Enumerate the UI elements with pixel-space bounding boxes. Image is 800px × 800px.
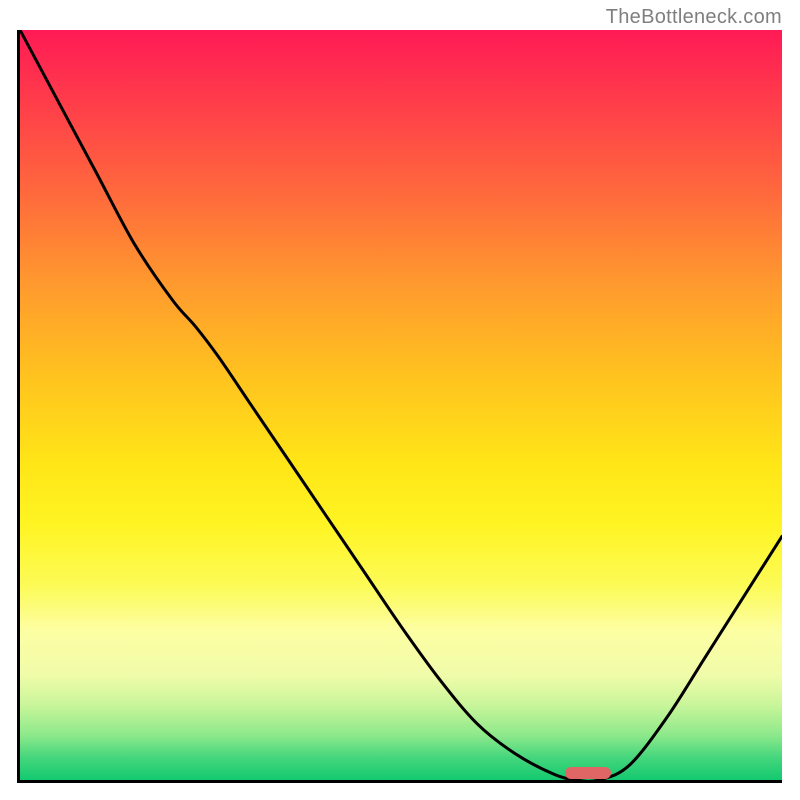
watermark-text: TheBottleneck.com bbox=[606, 6, 782, 29]
chart-axes-frame bbox=[17, 30, 782, 783]
